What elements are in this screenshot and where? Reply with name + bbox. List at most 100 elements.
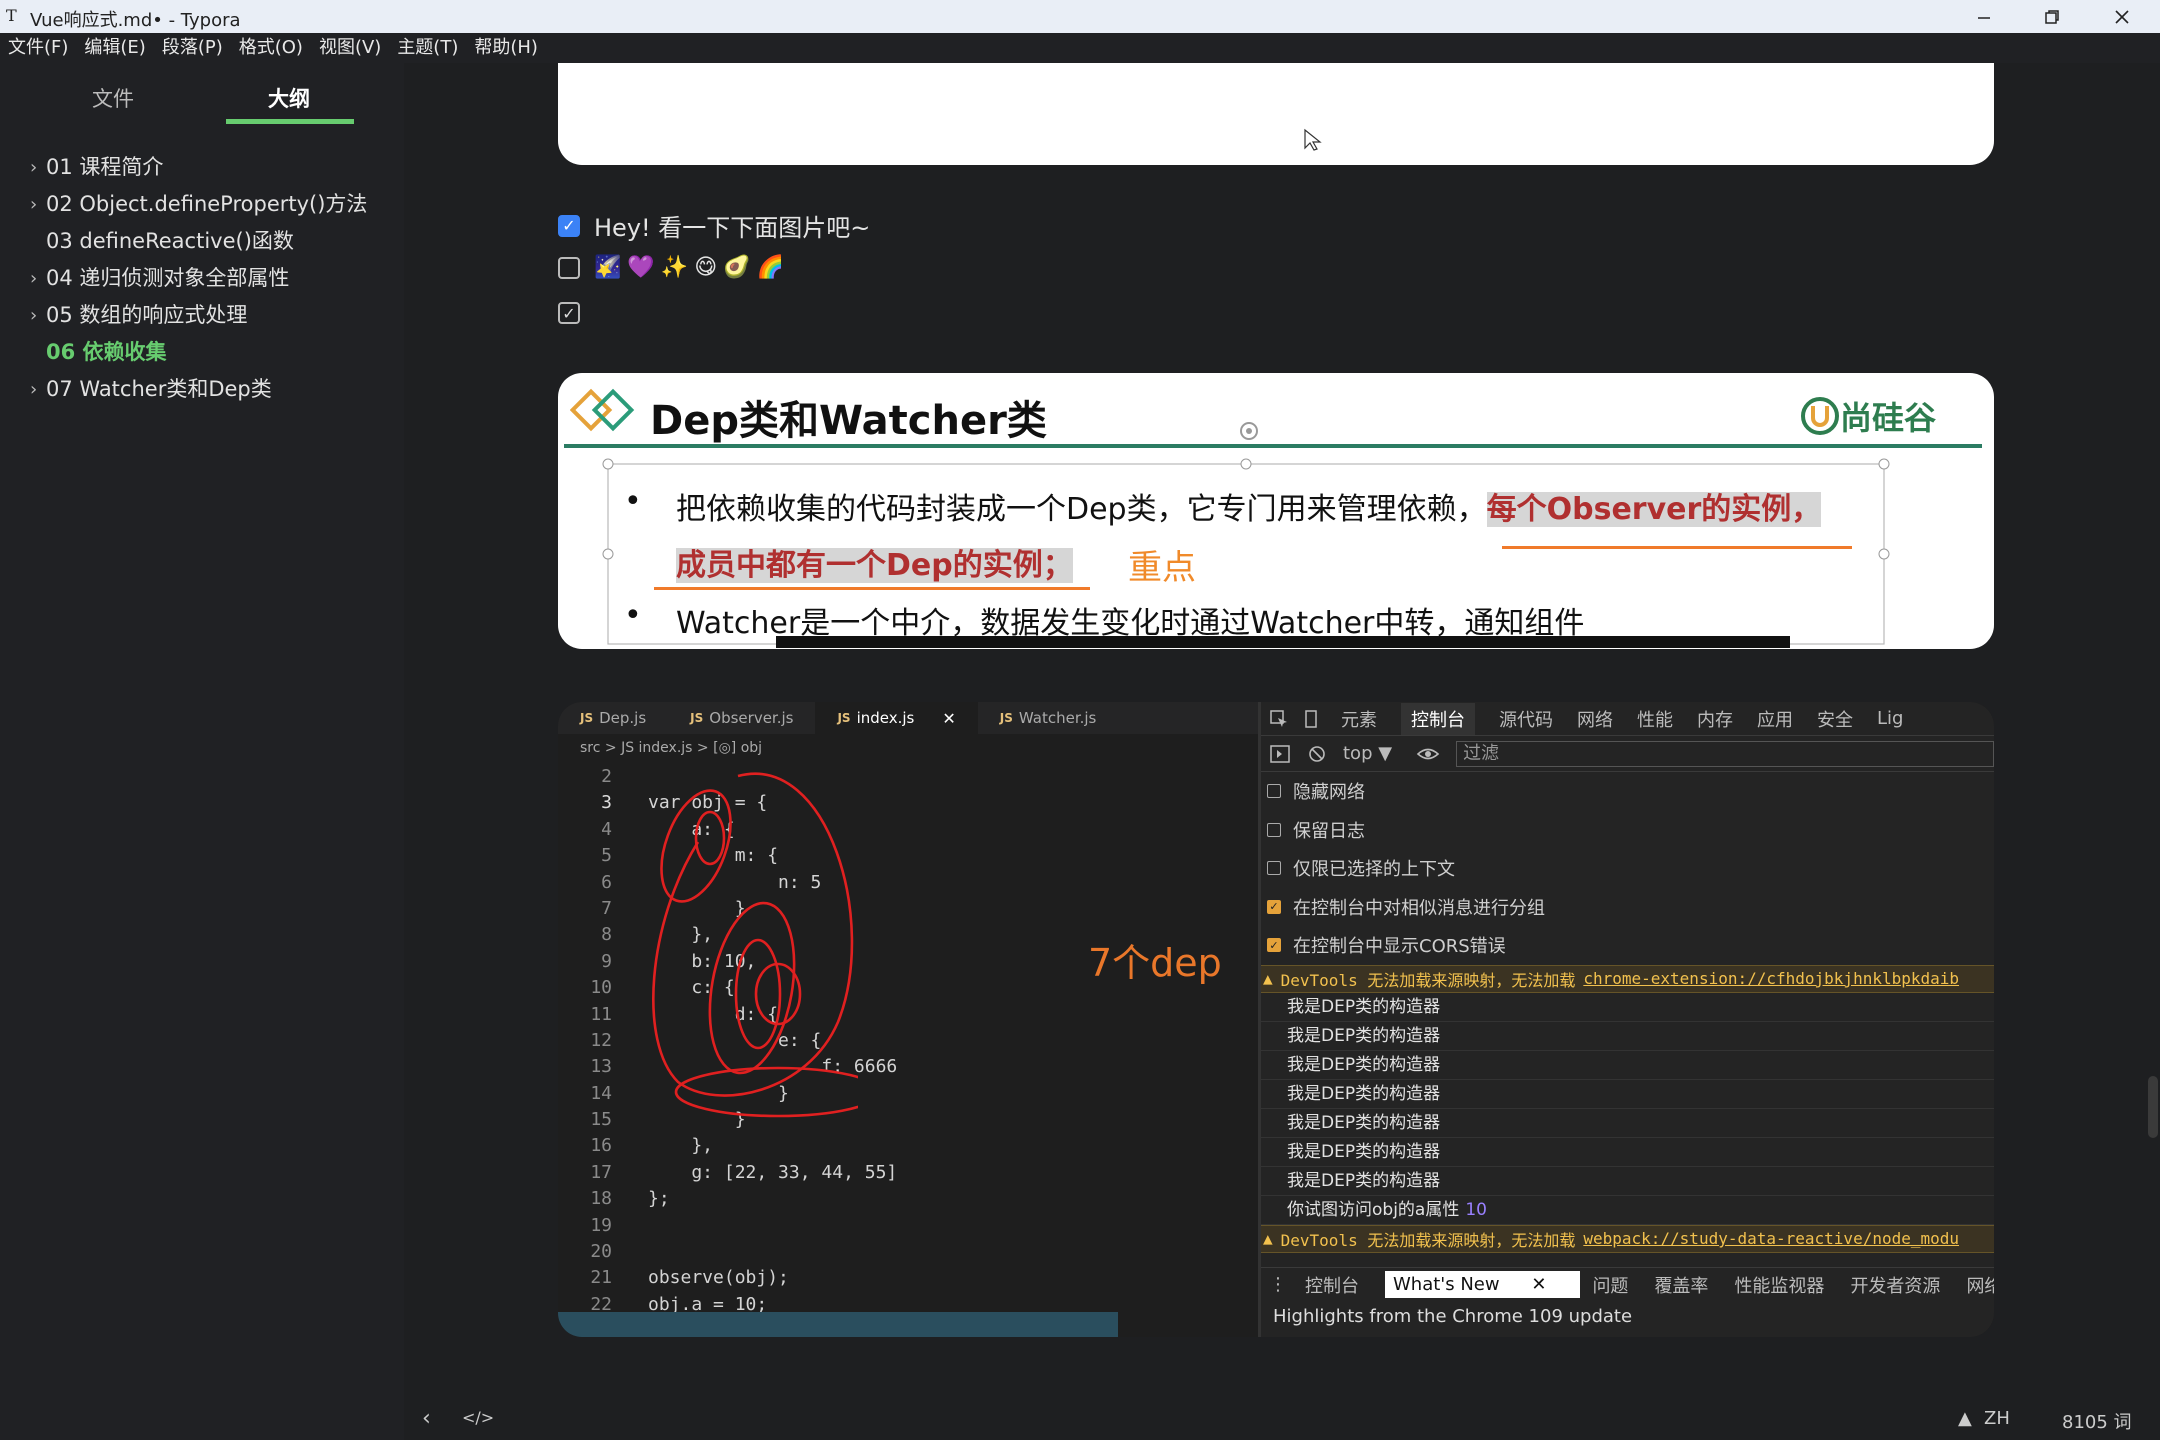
source-code-toggle-icon[interactable]: </> <box>462 1408 494 1427</box>
menu-format[interactable]: 格式(O) <box>239 33 303 63</box>
tab-outline[interactable]: 大纲 <box>268 83 310 113</box>
restore-button[interactable] <box>2018 0 2086 33</box>
devtools-tab-security[interactable]: 安全 <box>1817 706 1853 732</box>
outline-item[interactable]: › 07 Watcher类和Dep类 <box>0 371 404 408</box>
line-number: 4 <box>601 818 612 840</box>
close-icon[interactable]: ✕ <box>1531 1274 1546 1295</box>
sparkles-emoji: ✨ <box>660 255 689 280</box>
chevron-right-icon[interactable]: › <box>30 149 37 186</box>
setting-group-similar[interactable]: ✓ 在控制台中对相似消息进行分组 <box>1261 888 1994 927</box>
devtools-tab-memory[interactable]: 内存 <box>1697 706 1733 732</box>
menu-edit[interactable]: 编辑(E) <box>84 33 145 63</box>
outline-item[interactable]: › 04 递归侦测对象全部属性 <box>0 260 404 297</box>
drawer-tab[interactable]: 问题 <box>1592 1272 1628 1298</box>
vscode-tab-active[interactable]: JS index.js ✕ <box>815 702 978 734</box>
menu-paragraph[interactable]: 段落(P) <box>162 33 223 63</box>
drawer-tab[interactable]: 性能监视器 <box>1734 1272 1824 1298</box>
menu-bar: 文件(F) 编辑(E) 段落(P) 格式(O) 视图(V) 主题(T) 帮助(H… <box>0 33 2160 63</box>
console-log: 你试图访问obj的a属性 10 <box>1261 1196 1994 1225</box>
devtools-tab-console[interactable]: 控制台 <box>1401 702 1475 735</box>
shooting-star-emoji: 🌠 <box>594 255 622 280</box>
devtools-tab-performance[interactable]: 性能 <box>1637 706 1673 732</box>
console-warning: ▲ DevTools 无法加载来源映射，无法加载 webpack://study-d… <box>1261 1224 1994 1253</box>
highlight-text: 成员中都有一个Dep的实例； <box>676 548 1073 583</box>
more-vertical-icon[interactable]: ⋮ <box>1269 1274 1287 1295</box>
close-button[interactable] <box>2088 0 2156 33</box>
context-select[interactable]: top ▼ <box>1343 743 1392 764</box>
console-log: 我是DEP类的构造器 <box>1261 1080 1994 1109</box>
input-language[interactable]: ZH <box>1984 1408 2010 1429</box>
devtools-screenshot: JS Dep.js JS Observer.js JS index.js ✕ JS Wat… <box>558 702 1994 1337</box>
devtools-tab-elements[interactable]: 元素 <box>1341 706 1377 732</box>
brand-logo-icon <box>1801 397 1839 435</box>
outline-item[interactable]: › 01 课程简介 <box>0 149 404 186</box>
line-number: 6 <box>601 871 612 893</box>
task-checkbox-checked[interactable]: ✓ <box>558 214 580 237</box>
vscode-tab[interactable]: JS Dep.js <box>558 702 668 734</box>
setting-hide-network[interactable]: 隐藏网络 <box>1261 772 1994 811</box>
source-link[interactable]: chrome-extension://cfhdojbkjhnklbpkdaib <box>1583 969 1959 988</box>
menu-file[interactable]: 文件(F) <box>8 33 68 63</box>
chevron-right-icon[interactable]: › <box>30 371 37 408</box>
inspect-element-icon[interactable] <box>1269 709 1289 729</box>
device-toolbar-icon[interactable] <box>1301 709 1321 729</box>
outline-item[interactable]: 03 defineReactive()函数 <box>0 223 404 260</box>
vscode-tab[interactable]: JS Observer.js <box>668 702 815 734</box>
word-count[interactable]: 8105 词 <box>2062 1408 2132 1434</box>
menu-theme[interactable]: 主题(T) <box>397 33 458 63</box>
outline-item[interactable]: › 05 数组的响应式处理 <box>0 297 404 334</box>
checkbox-checked[interactable]: ✓ <box>1267 938 1281 953</box>
filter-input[interactable]: 过滤 <box>1456 740 1994 767</box>
red-annotation-scribbles <box>652 772 858 1118</box>
outline-item-active[interactable]: 06 依赖收集 <box>0 334 404 371</box>
drawer-tab-whats-new[interactable]: What's New ✕ <box>1385 1271 1581 1298</box>
tab-files[interactable]: 文件 <box>92 83 134 113</box>
devtools-tab-lighthouse[interactable]: Lig <box>1877 708 1903 729</box>
drawer-tab[interactable]: 控制台 <box>1305 1272 1359 1298</box>
clear-console-icon[interactable] <box>1307 744 1327 764</box>
chevron-right-icon[interactable]: › <box>30 260 37 297</box>
checkbox[interactable] <box>1267 861 1281 876</box>
checkbox[interactable] <box>1267 822 1281 837</box>
line-number: 15 <box>590 1109 612 1131</box>
source-link[interactable]: webpack://study-data-reactive/node_modu <box>1583 1229 1959 1248</box>
warning-icon: ▲ <box>1958 1408 1972 1429</box>
sidebar-toggle-icon[interactable] <box>1269 744 1291 764</box>
js-file-icon: JS <box>690 711 704 725</box>
devtools-tab-sources[interactable]: 源代码 <box>1499 706 1553 732</box>
slide-title: Dep类和Watcher类 <box>650 398 1047 444</box>
close-tab-icon[interactable]: ✕ <box>942 709 955 728</box>
minimize-button[interactable] <box>1950 0 2018 33</box>
setting-selected-context[interactable]: 仅限已选择的上下文 <box>1261 849 1994 888</box>
console-log: 我是DEP类的构造器 <box>1261 993 1994 1022</box>
chevron-right-icon[interactable]: › <box>30 297 37 334</box>
menu-help[interactable]: 帮助(H) <box>474 33 538 63</box>
line-number: 11 <box>590 1003 612 1025</box>
devtools-tab-network[interactable]: 网络 <box>1577 706 1613 732</box>
line-number: 3 <box>601 792 612 814</box>
warning-icon: ▲ <box>1263 969 1273 988</box>
drawer-tab[interactable]: 覆盖率 <box>1654 1272 1708 1298</box>
chevron-right-icon[interactable]: › <box>30 186 37 223</box>
outline-item[interactable]: › 02 Object.defineProperty()方法 <box>0 186 404 223</box>
devtools-tab-application[interactable]: 应用 <box>1757 706 1793 732</box>
checkbox-checked[interactable]: ✓ <box>1267 899 1281 914</box>
task-item: ✓ Hey! 看一下下面图片吧~ <box>558 208 870 243</box>
active-tab-indicator <box>226 119 354 124</box>
scrollbar-thumb[interactable] <box>2148 1076 2158 1138</box>
checkbox[interactable] <box>1267 784 1281 799</box>
eye-icon[interactable] <box>1416 744 1440 764</box>
chevron-left-icon[interactable]: ‹ <box>422 1406 431 1431</box>
menu-view[interactable]: 视图(V) <box>319 33 381 63</box>
drawer-tab[interactable]: 网络 <box>1966 1272 1994 1298</box>
line-number: 19 <box>590 1214 612 1236</box>
line-number: 16 <box>590 1135 612 1157</box>
line-number: 7 <box>601 897 612 919</box>
drawer-tab[interactable]: 开发者资源 <box>1850 1272 1940 1298</box>
setting-cors-errors[interactable]: ✓ 在控制台中显示CORS错误 <box>1261 926 1994 965</box>
line-number: 21 <box>590 1267 612 1289</box>
task-checkbox[interactable] <box>558 256 580 279</box>
task-checkbox-checked[interactable]: ✓ <box>558 302 580 324</box>
vscode-tab[interactable]: JS Watcher.js <box>978 702 1119 734</box>
setting-preserve-log[interactable]: 保留日志 <box>1261 811 1994 850</box>
